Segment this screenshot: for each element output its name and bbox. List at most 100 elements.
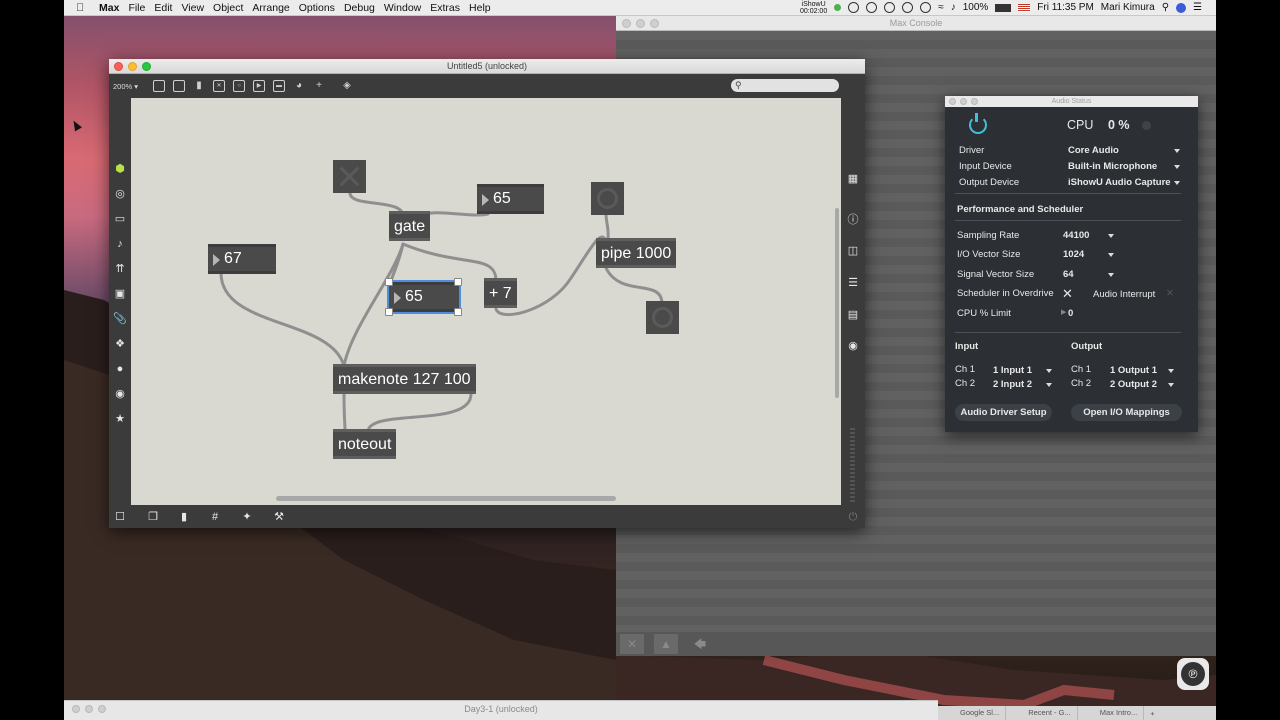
sampling-rate-select[interactable]: 44100 <box>1063 230 1089 241</box>
out-ch2-dropdown-icon[interactable] <box>1168 383 1174 387</box>
noteout-object[interactable]: noteout <box>333 429 397 459</box>
patcher-close-button[interactable] <box>114 62 123 71</box>
in-ch1-select[interactable]: 1 Input 1 <box>993 365 1032 376</box>
wifi-icon[interactable]: ≈ <box>938 2 944 13</box>
cpu-limit-input[interactable]: 0 <box>1068 308 1073 319</box>
new-tab-icon[interactable]: + <box>1144 709 1160 718</box>
user-name[interactable]: Mari Kimura <box>1101 2 1155 13</box>
audio-minimize-button[interactable] <box>960 98 967 105</box>
number-box-67[interactable]: 67 <box>208 244 276 274</box>
bg-close-button[interactable] <box>72 705 80 713</box>
browser-tab[interactable]: Google Sl... <box>938 706 1007 720</box>
recorder-status[interactable]: iShowU 00:02:00 <box>800 1 827 15</box>
number-object-icon[interactable]: ▶ <box>253 80 265 92</box>
horizontal-scrollbar[interactable] <box>276 496 616 501</box>
console-warning-icon[interactable]: ▲ <box>654 634 678 654</box>
menu-app-name[interactable]: Max <box>99 2 128 14</box>
console-zoom-button[interactable] <box>650 19 659 28</box>
input-device-dropdown-icon[interactable] <box>1174 165 1180 169</box>
number-box-65-selected[interactable]: 65 <box>387 280 461 314</box>
overdrive-toggle-icon[interactable]: ✕ <box>1062 286 1073 302</box>
patcher-canvas[interactable]: 65 gate pipe 1000 67 + 7 65 makenote 127… <box>131 98 841 505</box>
audio-driver-setup-button[interactable]: Audio Driver Setup <box>955 404 1052 421</box>
add-object-icon[interactable]: + <box>313 80 325 92</box>
reference-book-icon[interactable]: ◫ <box>846 244 860 258</box>
camera-icon[interactable]: ◉ <box>846 339 860 353</box>
new-message-icon[interactable] <box>173 80 185 92</box>
browser-tab[interactable]: Recent - G... <box>1006 706 1078 720</box>
in-ch2-dropdown-icon[interactable] <box>1046 383 1052 387</box>
paint-bucket-icon[interactable]: ◈ <box>341 80 353 92</box>
menu-extra-1-icon[interactable] <box>848 2 860 13</box>
console-clear-icon[interactable]: ✕ <box>620 634 644 654</box>
menu-extra-5-icon[interactable] <box>920 2 932 13</box>
menu-extras[interactable]: Extras <box>430 2 469 14</box>
pipe-object[interactable]: pipe 1000 <box>596 238 677 268</box>
columns-icon[interactable]: ▤ <box>846 308 860 322</box>
makenote-object[interactable]: makenote 127 100 <box>333 364 476 394</box>
audio-interrupt-toggle-icon[interactable]: ✕ <box>1166 288 1174 299</box>
patcher-search-field[interactable]: ⚲ <box>731 79 839 92</box>
in-ch1-dropdown-icon[interactable] <box>1046 369 1052 373</box>
in-ch2-select[interactable]: 2 Input 2 <box>993 379 1032 390</box>
rectangle-icon[interactable]: ▭ <box>113 212 127 226</box>
console-titlebar[interactable]: Max Console <box>616 16 1216 31</box>
flag-icon[interactable] <box>1018 3 1031 12</box>
button-object-top[interactable] <box>591 182 624 215</box>
bg-zoom-button[interactable] <box>98 705 106 713</box>
io-vector-dropdown-icon[interactable] <box>1108 253 1114 257</box>
resize-handle[interactable] <box>454 308 462 316</box>
menu-debug[interactable]: Debug <box>344 2 384 14</box>
background-patcher-window[interactable]: Day3-1 (unlocked) <box>64 700 938 720</box>
driver-dropdown-icon[interactable] <box>1174 149 1180 153</box>
presentation-icon[interactable]: ❐ <box>146 510 160 524</box>
button-object-bottom[interactable] <box>646 301 679 334</box>
puzzle-icon[interactable]: ❖ <box>113 337 127 351</box>
bg-minimize-button[interactable] <box>85 705 93 713</box>
music-note-icon[interactable]: ♪ <box>113 237 127 251</box>
out-ch2-select[interactable]: 2 Output 2 <box>1110 379 1157 390</box>
patcher-titlebar[interactable]: Untitled5 (unlocked) <box>109 59 865 74</box>
snap-icon[interactable]: ✦ <box>240 510 254 524</box>
toggle-object-icon[interactable]: ○ <box>233 80 245 92</box>
out-ch1-select[interactable]: 1 Output 1 <box>1110 365 1157 376</box>
menu-options[interactable]: Options <box>299 2 344 14</box>
vertical-scrollbar[interactable] <box>835 208 839 398</box>
image-icon[interactable]: ▣ <box>113 287 127 301</box>
comment-bubble-icon[interactable]: ▮ <box>177 510 191 524</box>
compass-icon[interactable]: ◉ <box>113 387 127 401</box>
patcher-zoom-button[interactable] <box>142 62 151 71</box>
toggle-object[interactable] <box>333 160 366 193</box>
patcher-minimize-button[interactable] <box>128 62 137 71</box>
output-device-select[interactable]: iShowU Audio Capture <box>1068 177 1171 188</box>
gate-object[interactable]: gate <box>389 211 431 241</box>
number-box-65-top[interactable]: 65 <box>477 184 544 214</box>
audio-status-titlebar[interactable]: Audio Status <box>945 96 1198 107</box>
signal-vector-dropdown-icon[interactable] <box>1108 273 1114 277</box>
zoom-menu[interactable]: 200% ▾ <box>113 82 153 91</box>
new-object-icon[interactable] <box>153 80 165 92</box>
dock-app-icon[interactable]: ℗ <box>1177 658 1209 690</box>
menu-extra-2-icon[interactable] <box>866 2 878 13</box>
battery-icon[interactable] <box>995 3 1012 12</box>
split-icon[interactable]: ⇈ <box>113 262 127 276</box>
input-device-select[interactable]: Built-in Microphone <box>1068 161 1157 172</box>
resize-handle[interactable] <box>385 278 393 286</box>
console-close-button[interactable] <box>622 19 631 28</box>
notification-center-icon[interactable]: ☰ <box>1193 2 1202 13</box>
menu-extra-4-icon[interactable] <box>902 2 914 13</box>
menu-edit[interactable]: Edit <box>154 2 181 14</box>
apple-menu-icon[interactable]:  <box>76 2 89 14</box>
dsp-power-icon[interactable]: ⏻ <box>846 510 860 524</box>
driver-select[interactable]: Core Audio <box>1068 145 1119 156</box>
resize-handle[interactable] <box>385 308 393 316</box>
comment-icon[interactable]: ▮ <box>193 80 205 92</box>
menu-extra-3-icon[interactable] <box>884 2 896 13</box>
vimeo-icon[interactable]: ● <box>113 362 127 376</box>
console-minimize-button[interactable] <box>636 19 645 28</box>
button-object-icon[interactable]: ✕ <box>213 80 225 92</box>
spotlight-search-icon[interactable]: ⚲ <box>1162 2 1169 13</box>
slider-object-icon[interactable]: ▬ <box>273 80 285 92</box>
menu-arrange[interactable]: Arrange <box>252 2 298 14</box>
star-icon[interactable]: ★ <box>113 412 127 426</box>
